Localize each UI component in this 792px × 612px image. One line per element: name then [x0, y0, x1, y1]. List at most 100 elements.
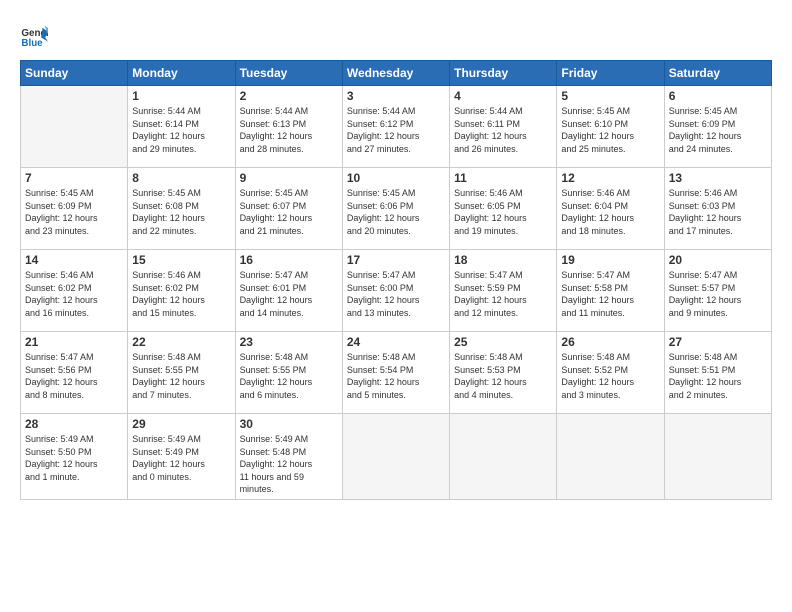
calendar-cell — [21, 86, 128, 168]
cell-info: Sunrise: 5:45 AMSunset: 6:07 PMDaylight:… — [240, 187, 338, 237]
day-number: 11 — [454, 171, 552, 185]
cell-info: Sunrise: 5:49 AMSunset: 5:48 PMDaylight:… — [240, 433, 338, 496]
calendar-cell: 24 Sunrise: 5:48 AMSunset: 5:54 PMDaylig… — [342, 332, 449, 414]
calendar-cell: 16 Sunrise: 5:47 AMSunset: 6:01 PMDaylig… — [235, 250, 342, 332]
calendar-cell: 14 Sunrise: 5:46 AMSunset: 6:02 PMDaylig… — [21, 250, 128, 332]
cell-info: Sunrise: 5:46 AMSunset: 6:02 PMDaylight:… — [132, 269, 230, 319]
calendar-cell: 23 Sunrise: 5:48 AMSunset: 5:55 PMDaylig… — [235, 332, 342, 414]
calendar-cell: 19 Sunrise: 5:47 AMSunset: 5:58 PMDaylig… — [557, 250, 664, 332]
day-number: 29 — [132, 417, 230, 431]
calendar-cell: 9 Sunrise: 5:45 AMSunset: 6:07 PMDayligh… — [235, 168, 342, 250]
day-number: 10 — [347, 171, 445, 185]
cell-info: Sunrise: 5:47 AMSunset: 6:00 PMDaylight:… — [347, 269, 445, 319]
cell-info: Sunrise: 5:47 AMSunset: 5:58 PMDaylight:… — [561, 269, 659, 319]
calendar-cell: 13 Sunrise: 5:46 AMSunset: 6:03 PMDaylig… — [664, 168, 771, 250]
week-row-3: 14 Sunrise: 5:46 AMSunset: 6:02 PMDaylig… — [21, 250, 772, 332]
cell-info: Sunrise: 5:47 AMSunset: 5:57 PMDaylight:… — [669, 269, 767, 319]
calendar-cell: 1 Sunrise: 5:44 AMSunset: 6:14 PMDayligh… — [128, 86, 235, 168]
calendar-cell: 26 Sunrise: 5:48 AMSunset: 5:52 PMDaylig… — [557, 332, 664, 414]
calendar-cell: 5 Sunrise: 5:45 AMSunset: 6:10 PMDayligh… — [557, 86, 664, 168]
cell-info: Sunrise: 5:46 AMSunset: 6:03 PMDaylight:… — [669, 187, 767, 237]
day-number: 2 — [240, 89, 338, 103]
weekday-header-tuesday: Tuesday — [235, 61, 342, 86]
day-number: 22 — [132, 335, 230, 349]
weekday-header-monday: Monday — [128, 61, 235, 86]
calendar-cell: 8 Sunrise: 5:45 AMSunset: 6:08 PMDayligh… — [128, 168, 235, 250]
cell-info: Sunrise: 5:48 AMSunset: 5:53 PMDaylight:… — [454, 351, 552, 401]
cell-info: Sunrise: 5:46 AMSunset: 6:05 PMDaylight:… — [454, 187, 552, 237]
day-number: 19 — [561, 253, 659, 267]
cell-info: Sunrise: 5:47 AMSunset: 6:01 PMDaylight:… — [240, 269, 338, 319]
calendar-cell: 21 Sunrise: 5:47 AMSunset: 5:56 PMDaylig… — [21, 332, 128, 414]
cell-info: Sunrise: 5:44 AMSunset: 6:12 PMDaylight:… — [347, 105, 445, 155]
calendar-cell: 30 Sunrise: 5:49 AMSunset: 5:48 PMDaylig… — [235, 414, 342, 500]
week-row-1: 1 Sunrise: 5:44 AMSunset: 6:14 PMDayligh… — [21, 86, 772, 168]
cell-info: Sunrise: 5:44 AMSunset: 6:13 PMDaylight:… — [240, 105, 338, 155]
day-number: 14 — [25, 253, 123, 267]
calendar-cell: 2 Sunrise: 5:44 AMSunset: 6:13 PMDayligh… — [235, 86, 342, 168]
calendar-cell — [450, 414, 557, 500]
week-row-2: 7 Sunrise: 5:45 AMSunset: 6:09 PMDayligh… — [21, 168, 772, 250]
calendar-cell: 29 Sunrise: 5:49 AMSunset: 5:49 PMDaylig… — [128, 414, 235, 500]
calendar-cell: 6 Sunrise: 5:45 AMSunset: 6:09 PMDayligh… — [664, 86, 771, 168]
weekday-header-sunday: Sunday — [21, 61, 128, 86]
cell-info: Sunrise: 5:49 AMSunset: 5:50 PMDaylight:… — [25, 433, 123, 483]
day-number: 16 — [240, 253, 338, 267]
day-number: 25 — [454, 335, 552, 349]
day-number: 27 — [669, 335, 767, 349]
calendar-cell — [342, 414, 449, 500]
cell-info: Sunrise: 5:45 AMSunset: 6:10 PMDaylight:… — [561, 105, 659, 155]
header: General Blue — [20, 18, 772, 50]
day-number: 6 — [669, 89, 767, 103]
cell-info: Sunrise: 5:44 AMSunset: 6:14 PMDaylight:… — [132, 105, 230, 155]
day-number: 24 — [347, 335, 445, 349]
calendar-cell: 20 Sunrise: 5:47 AMSunset: 5:57 PMDaylig… — [664, 250, 771, 332]
weekday-header-wednesday: Wednesday — [342, 61, 449, 86]
page: General Blue SundayMondayTuesdayWednesda… — [0, 0, 792, 612]
calendar-cell: 27 Sunrise: 5:48 AMSunset: 5:51 PMDaylig… — [664, 332, 771, 414]
calendar-cell: 28 Sunrise: 5:49 AMSunset: 5:50 PMDaylig… — [21, 414, 128, 500]
calendar-cell: 4 Sunrise: 5:44 AMSunset: 6:11 PMDayligh… — [450, 86, 557, 168]
week-row-5: 28 Sunrise: 5:49 AMSunset: 5:50 PMDaylig… — [21, 414, 772, 500]
calendar-cell: 18 Sunrise: 5:47 AMSunset: 5:59 PMDaylig… — [450, 250, 557, 332]
day-number: 23 — [240, 335, 338, 349]
week-row-4: 21 Sunrise: 5:47 AMSunset: 5:56 PMDaylig… — [21, 332, 772, 414]
calendar-cell: 25 Sunrise: 5:48 AMSunset: 5:53 PMDaylig… — [450, 332, 557, 414]
day-number: 18 — [454, 253, 552, 267]
day-number: 5 — [561, 89, 659, 103]
weekday-header-friday: Friday — [557, 61, 664, 86]
cell-info: Sunrise: 5:45 AMSunset: 6:09 PMDaylight:… — [25, 187, 123, 237]
cell-info: Sunrise: 5:45 AMSunset: 6:08 PMDaylight:… — [132, 187, 230, 237]
calendar-table: SundayMondayTuesdayWednesdayThursdayFrid… — [20, 60, 772, 500]
calendar-cell: 3 Sunrise: 5:44 AMSunset: 6:12 PMDayligh… — [342, 86, 449, 168]
day-number: 8 — [132, 171, 230, 185]
logo: General Blue — [20, 22, 50, 50]
cell-info: Sunrise: 5:48 AMSunset: 5:55 PMDaylight:… — [240, 351, 338, 401]
cell-info: Sunrise: 5:46 AMSunset: 6:04 PMDaylight:… — [561, 187, 659, 237]
cell-info: Sunrise: 5:46 AMSunset: 6:02 PMDaylight:… — [25, 269, 123, 319]
svg-text:Blue: Blue — [21, 38, 43, 49]
logo-icon: General Blue — [20, 22, 48, 50]
day-number: 12 — [561, 171, 659, 185]
cell-info: Sunrise: 5:47 AMSunset: 5:56 PMDaylight:… — [25, 351, 123, 401]
calendar-cell: 11 Sunrise: 5:46 AMSunset: 6:05 PMDaylig… — [450, 168, 557, 250]
cell-info: Sunrise: 5:45 AMSunset: 6:06 PMDaylight:… — [347, 187, 445, 237]
cell-info: Sunrise: 5:48 AMSunset: 5:52 PMDaylight:… — [561, 351, 659, 401]
cell-info: Sunrise: 5:48 AMSunset: 5:51 PMDaylight:… — [669, 351, 767, 401]
cell-info: Sunrise: 5:44 AMSunset: 6:11 PMDaylight:… — [454, 105, 552, 155]
cell-info: Sunrise: 5:45 AMSunset: 6:09 PMDaylight:… — [669, 105, 767, 155]
calendar-cell: 10 Sunrise: 5:45 AMSunset: 6:06 PMDaylig… — [342, 168, 449, 250]
cell-info: Sunrise: 5:48 AMSunset: 5:55 PMDaylight:… — [132, 351, 230, 401]
day-number: 9 — [240, 171, 338, 185]
calendar-cell: 7 Sunrise: 5:45 AMSunset: 6:09 PMDayligh… — [21, 168, 128, 250]
calendar-cell: 15 Sunrise: 5:46 AMSunset: 6:02 PMDaylig… — [128, 250, 235, 332]
cell-info: Sunrise: 5:49 AMSunset: 5:49 PMDaylight:… — [132, 433, 230, 483]
day-number: 7 — [25, 171, 123, 185]
day-number: 13 — [669, 171, 767, 185]
weekday-header-saturday: Saturday — [664, 61, 771, 86]
weekday-header-row: SundayMondayTuesdayWednesdayThursdayFrid… — [21, 61, 772, 86]
day-number: 21 — [25, 335, 123, 349]
cell-info: Sunrise: 5:48 AMSunset: 5:54 PMDaylight:… — [347, 351, 445, 401]
calendar-cell: 22 Sunrise: 5:48 AMSunset: 5:55 PMDaylig… — [128, 332, 235, 414]
day-number: 15 — [132, 253, 230, 267]
